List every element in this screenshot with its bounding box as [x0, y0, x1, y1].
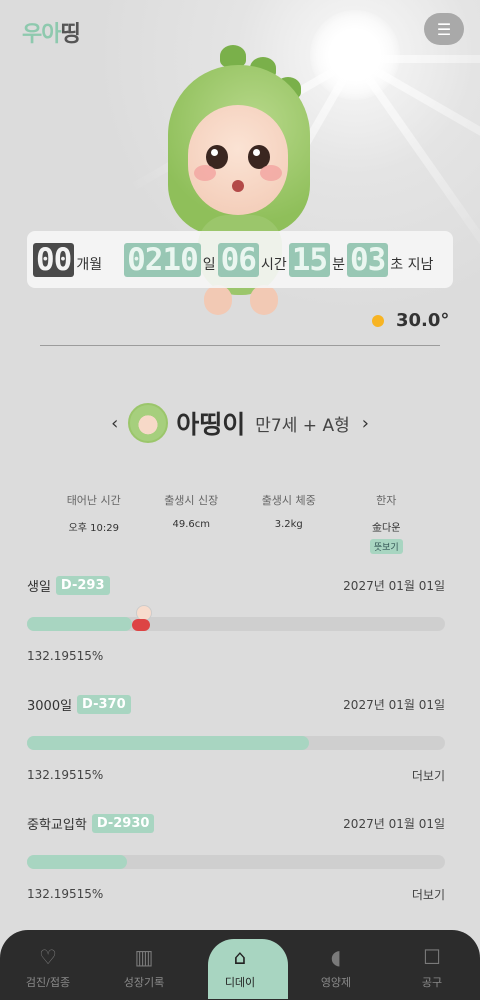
dday-progress-track [27, 605, 445, 631]
birth-weight-column: 출생시 체중 3.2kg [240, 492, 338, 554]
light-ray [355, 55, 480, 63]
hours-digits: 06 [217, 242, 259, 277]
hero-section: 우아띵 ☰ 00 개월 0210 일 06 시간 15 분 03 초 지남 30 [0, 0, 480, 350]
months-unit: 개월 [76, 256, 103, 273]
birth-weight-value: 3.2kg [274, 519, 303, 530]
nav-item-dday[interactable]: ⌂ 디데이 [192, 930, 288, 1000]
nav-item-supplements[interactable]: ◖ 영양제 [288, 930, 384, 1000]
divider [40, 345, 440, 346]
elapsed-time-counter: 00 개월 0210 일 06 시간 15 분 03 초 지남 [27, 231, 453, 288]
active-tab-highlight [208, 939, 288, 999]
right-cheek [260, 165, 282, 181]
dday-date: 2027년 01월 01일 [343, 816, 445, 831]
hours-unit: 시간 [260, 256, 287, 273]
dday-percent: 132.19515% [27, 649, 104, 663]
hanja-column: 한자 金다운 뜻보기 [338, 492, 436, 554]
shopping-bag-icon: ☐ [423, 945, 441, 969]
birth-time-label: 태어난 시간 [66, 494, 121, 507]
sun-icon [368, 311, 388, 331]
dday-name: 생일 [27, 579, 51, 595]
left-leg [204, 285, 232, 315]
hood-spike [220, 45, 246, 67]
nav-label: 디데이 [224, 976, 256, 989]
right-leg [250, 285, 278, 315]
dday-item-birthday[interactable]: 생일 D-293 2027년 01월 01일 132.19515% [27, 573, 445, 664]
nav-label: 공구 [421, 976, 443, 989]
dday-item-middle-school[interactable]: 중학교입학 D-2930 2027년 01월 01일 132.19515% 더보… [27, 811, 445, 902]
mouth [232, 180, 244, 192]
menu-button[interactable]: ☰ [424, 13, 464, 45]
bottom-navigation: ♡ 검진/접종 ▥ 성장기록 ⌂ 디데이 ◖ 영양제 ☐ 공구 [0, 930, 480, 1000]
home-face-icon: ⌂ [233, 945, 247, 969]
dday-progress-track [27, 736, 445, 750]
dday-date: 2027년 01월 01일 [343, 697, 445, 712]
avatar [128, 403, 169, 443]
dday-progress-fill [27, 855, 127, 869]
nav-item-checkup[interactable]: ♡ 검진/접종 [0, 930, 96, 1000]
days-unit: 일 [202, 256, 216, 273]
hanja-meaning-button[interactable]: 뜻보기 [369, 539, 403, 554]
nav-item-group-buy[interactable]: ☐ 공구 [384, 930, 480, 1000]
dday-badge: D-370 [77, 694, 131, 714]
dday-percent: 132.19515% [27, 887, 104, 901]
child-name: 아띵이 [176, 410, 246, 439]
dday-progress-track [27, 855, 445, 869]
child-profile-switcher: ‹ 아띵이 만7세 + A형 › [0, 398, 480, 448]
heartbeat-icon: ♡ [39, 945, 57, 969]
dday-badge: D-2930 [91, 813, 155, 833]
logo-text-part1: 우아 [22, 22, 61, 47]
dday-item-3000days[interactable]: 3000일 D-370 2027년 01월 01일 132.19515% 더보기 [27, 692, 445, 783]
baby-face [188, 105, 288, 215]
temperature: 30.0° [396, 310, 450, 331]
days-digits: 0210 [124, 242, 201, 277]
nav-label: 검진/접종 [25, 976, 71, 989]
bar-chart-icon: ▥ [134, 945, 154, 969]
dday-date: 2027년 01월 01일 [343, 578, 445, 593]
more-link[interactable]: 더보기 [412, 886, 445, 903]
hanja-label: 한자 [376, 494, 397, 507]
seconds-unit: 초 지남 [390, 256, 434, 273]
birth-time-column: 태어난 시간 오후 10:29 [45, 492, 143, 554]
nav-label: 영양제 [320, 976, 352, 989]
dday-name: 중학교입학 [27, 817, 87, 833]
left-cheek [194, 165, 216, 181]
months-digits: 00 [33, 242, 75, 277]
minutes-digits: 15 [288, 242, 331, 277]
birth-time-value: 오후 10:29 [68, 523, 119, 534]
dday-name: 3000일 [27, 698, 73, 714]
dday-badge: D-293 [55, 575, 110, 595]
nav-label: 성장기록 [123, 976, 165, 989]
birth-height-column: 출생시 신장 49.6cm [143, 492, 241, 554]
hamburger-icon: ☰ [436, 19, 452, 39]
nav-item-growth[interactable]: ▥ 성장기록 [96, 930, 192, 1000]
seconds-digits: 03 [346, 242, 389, 277]
hanja-value: 金다운 [372, 523, 401, 534]
app-logo[interactable]: 우아띵 [22, 16, 81, 48]
chevron-left-icon[interactable]: ‹ [111, 413, 118, 434]
birth-height-value: 49.6cm [172, 519, 210, 530]
logo-text-part2: 띵 [60, 22, 80, 47]
birth-weight-label: 출생시 체중 [261, 494, 316, 507]
child-age-bloodtype: 만7세 + A형 [255, 415, 350, 436]
birth-info: 태어난 시간 오후 10:29 출생시 신장 49.6cm 출생시 체중 3.2… [45, 492, 435, 554]
birth-height-label: 출생시 신장 [164, 494, 219, 507]
minutes-unit: 분 [332, 256, 345, 273]
dday-progress-fill [27, 617, 132, 631]
running-baby-icon [124, 605, 158, 637]
weather-widget: 30.0° [368, 310, 449, 331]
dday-progress-fill [27, 736, 309, 750]
pill-icon: ◖ [330, 945, 342, 969]
dday-percent: 132.19515% [27, 768, 104, 782]
chevron-right-icon[interactable]: › [362, 413, 369, 434]
more-link[interactable]: 더보기 [412, 767, 445, 784]
